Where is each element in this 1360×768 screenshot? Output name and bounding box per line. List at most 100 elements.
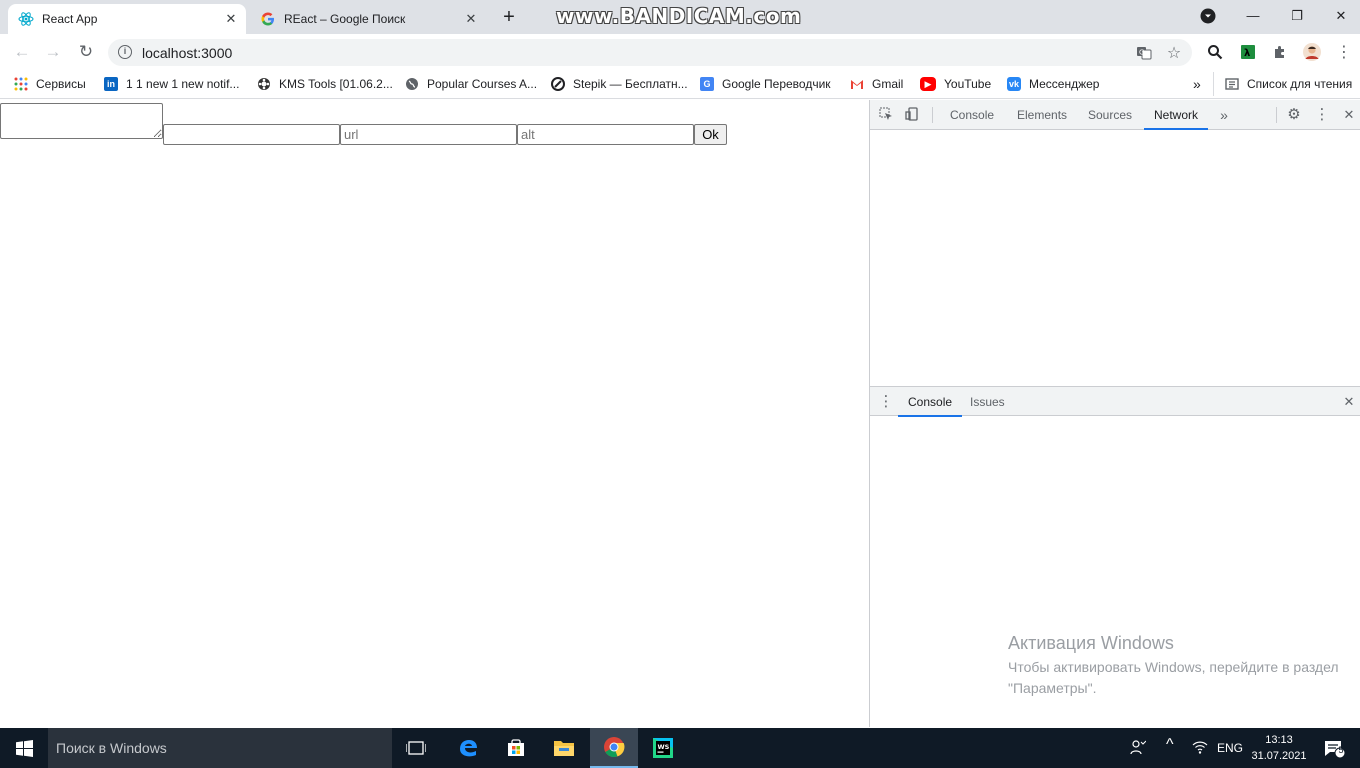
- site-info-icon[interactable]: i: [118, 45, 132, 59]
- bookmark-label: Popular Courses A...: [427, 77, 538, 91]
- browser-toolbar: ← → ↻ i localhost:3000 G ☆ λ ⋮: [0, 34, 1360, 70]
- bookmark-linkedin[interactable]: in 1 1 new 1 new notif...: [104, 75, 239, 93]
- extensions-puzzle-icon[interactable]: [1270, 42, 1290, 62]
- tab-network[interactable]: Network: [1144, 100, 1209, 130]
- chrome-menu-icon[interactable]: ⋮: [1334, 42, 1354, 62]
- extension-icon[interactable]: λ: [1238, 42, 1258, 62]
- ok-button[interactable]: Ok: [694, 124, 727, 145]
- close-devtools-icon[interactable]: ✕: [1341, 107, 1357, 123]
- text-input[interactable]: [163, 124, 340, 145]
- translate-icon: G: [700, 77, 714, 91]
- devtools-panel: Console Elements Sources Network » ⚙ ⋮ ✕…: [869, 100, 1360, 727]
- bookmark-youtube[interactable]: ▶ YouTube: [920, 75, 991, 93]
- bookmarks-overflow-icon[interactable]: »: [1193, 75, 1201, 93]
- close-window-icon[interactable]: ✕: [1328, 6, 1354, 26]
- clock[interactable]: 13:13 31.07.2021: [1250, 732, 1308, 764]
- profile-menu-icon[interactable]: [1195, 6, 1221, 26]
- task-view-icon[interactable]: [392, 728, 440, 768]
- apps-grid-icon: [14, 77, 28, 91]
- bookmark-label: KMS Tools [01.06.2...: [279, 77, 393, 91]
- drawer-tab-console[interactable]: Console: [898, 387, 963, 417]
- network-wifi-icon[interactable]: [1192, 739, 1208, 758]
- clock-date: 31.07.2021: [1251, 750, 1307, 762]
- drawer-tab-issues[interactable]: Issues: [962, 387, 1013, 417]
- stepik-icon: [551, 77, 565, 91]
- linkedin-icon: in: [104, 77, 118, 91]
- drawer-menu-icon[interactable]: ⋮: [878, 394, 894, 410]
- reading-list-button[interactable]: Список для чтения: [1225, 75, 1352, 93]
- bookmark-google-translate[interactable]: G Google Переводчик: [700, 75, 831, 93]
- url-input[interactable]: [340, 124, 517, 145]
- store-icon[interactable]: [492, 728, 540, 768]
- bookmark-label: Google Переводчик: [722, 77, 831, 91]
- restore-icon[interactable]: ❐: [1284, 6, 1310, 26]
- windows-activation-watermark: Активация Windows Чтобы активировать Win…: [1008, 632, 1348, 699]
- close-drawer-icon[interactable]: ✕: [1341, 394, 1357, 410]
- bookmark-vk-messenger[interactable]: vk Мессенджер: [1007, 75, 1099, 93]
- more-tabs-icon[interactable]: »: [1216, 107, 1232, 123]
- taskbar-search-box[interactable]: Поиск в Windows: [48, 728, 392, 768]
- google-icon: [260, 11, 276, 27]
- svg-text:G: G: [1139, 49, 1144, 57]
- tab-google-search[interactable]: REact – Google Поиск ✕: [250, 4, 486, 34]
- back-icon[interactable]: ←: [10, 40, 34, 64]
- forward-icon[interactable]: →: [41, 40, 65, 64]
- notification-center-icon[interactable]: 5: [1324, 739, 1346, 762]
- bookmark-gmail[interactable]: Gmail: [850, 75, 903, 93]
- devtools-drawer-tabbar: ⋮ Console Issues ✕: [870, 386, 1360, 417]
- close-tab-icon[interactable]: ✕: [464, 12, 478, 26]
- device-toolbar-icon[interactable]: [904, 107, 920, 123]
- settings-gear-icon[interactable]: ⚙: [1286, 107, 1302, 123]
- tray-chevron-up-icon[interactable]: ^: [1166, 736, 1174, 754]
- address-url: localhost:3000: [142, 45, 233, 61]
- inspect-element-icon[interactable]: [878, 107, 894, 123]
- webstorm-icon[interactable]: WS: [639, 728, 687, 768]
- language-indicator[interactable]: ENG: [1217, 741, 1243, 755]
- svg-text:λ: λ: [1244, 48, 1251, 59]
- alt-input[interactable]: [517, 124, 694, 145]
- tab-console[interactable]: Console: [942, 100, 1002, 130]
- text-area[interactable]: [0, 103, 163, 139]
- activation-text: Чтобы активировать Windows, перейдите в …: [1008, 659, 1339, 696]
- avatar[interactable]: [1302, 42, 1322, 62]
- close-tab-icon[interactable]: ✕: [224, 12, 238, 26]
- bookmark-kms-tools[interactable]: KMS Tools [01.06.2...: [257, 75, 393, 93]
- kms-icon: [257, 77, 271, 91]
- zoom-icon[interactable]: [1205, 42, 1225, 62]
- bookmark-popular-courses[interactable]: Popular Courses A...: [405, 75, 537, 93]
- file-explorer-icon[interactable]: [540, 728, 588, 768]
- tab-sources[interactable]: Sources: [1080, 100, 1140, 130]
- bookmark-label: Мессенджер: [1029, 77, 1100, 91]
- edge-icon[interactable]: [444, 728, 492, 768]
- bandicam-watermark: www.BANDICAM.com: [556, 4, 802, 28]
- windows-taskbar: Поиск в Windows WS ^ ENG 13:13 31.07.202…: [0, 728, 1360, 768]
- chrome-taskbar-icon[interactable]: [590, 728, 638, 768]
- bookmark-star-icon[interactable]: ☆: [1164, 43, 1184, 63]
- activation-title: Активация Windows: [1008, 633, 1174, 653]
- bookmarks-bar: Сервисы in 1 1 new 1 new notif... KMS To…: [0, 70, 1360, 99]
- bookmark-label: YouTube: [944, 77, 992, 91]
- people-icon[interactable]: [1130, 738, 1147, 759]
- reading-list-icon: [1225, 77, 1239, 91]
- reading-list-label: Список для чтения: [1247, 77, 1353, 91]
- gmail-icon: [850, 77, 864, 91]
- new-tab-button[interactable]: +: [498, 7, 520, 29]
- bookmark-label: Gmail: [872, 77, 904, 91]
- address-bar[interactable]: i localhost:3000 G ☆: [108, 39, 1192, 66]
- tab-react-app[interactable]: React App ✕: [8, 4, 246, 34]
- windows-logo-icon: [15, 739, 33, 757]
- start-button[interactable]: [0, 728, 48, 768]
- devtools-menu-icon[interactable]: ⋮: [1314, 107, 1330, 123]
- bookmark-stepik[interactable]: Stepik — Бесплатн...: [551, 75, 688, 93]
- translate-page-icon[interactable]: G: [1134, 43, 1154, 63]
- minimize-icon[interactable]: —: [1240, 6, 1266, 26]
- search-placeholder: Поиск в Windows: [56, 740, 167, 756]
- tab-elements[interactable]: Elements: [1009, 100, 1075, 130]
- reload-icon[interactable]: ↻: [74, 40, 98, 64]
- devtools-tabbar: Console Elements Sources Network » ⚙ ⋮ ✕: [870, 100, 1360, 130]
- bookmark-services[interactable]: Сервисы: [14, 75, 86, 93]
- youtube-icon: ▶: [920, 77, 936, 91]
- notification-count: 5: [1338, 745, 1344, 755]
- tab-title: React App: [42, 12, 98, 26]
- react-icon: [18, 11, 34, 27]
